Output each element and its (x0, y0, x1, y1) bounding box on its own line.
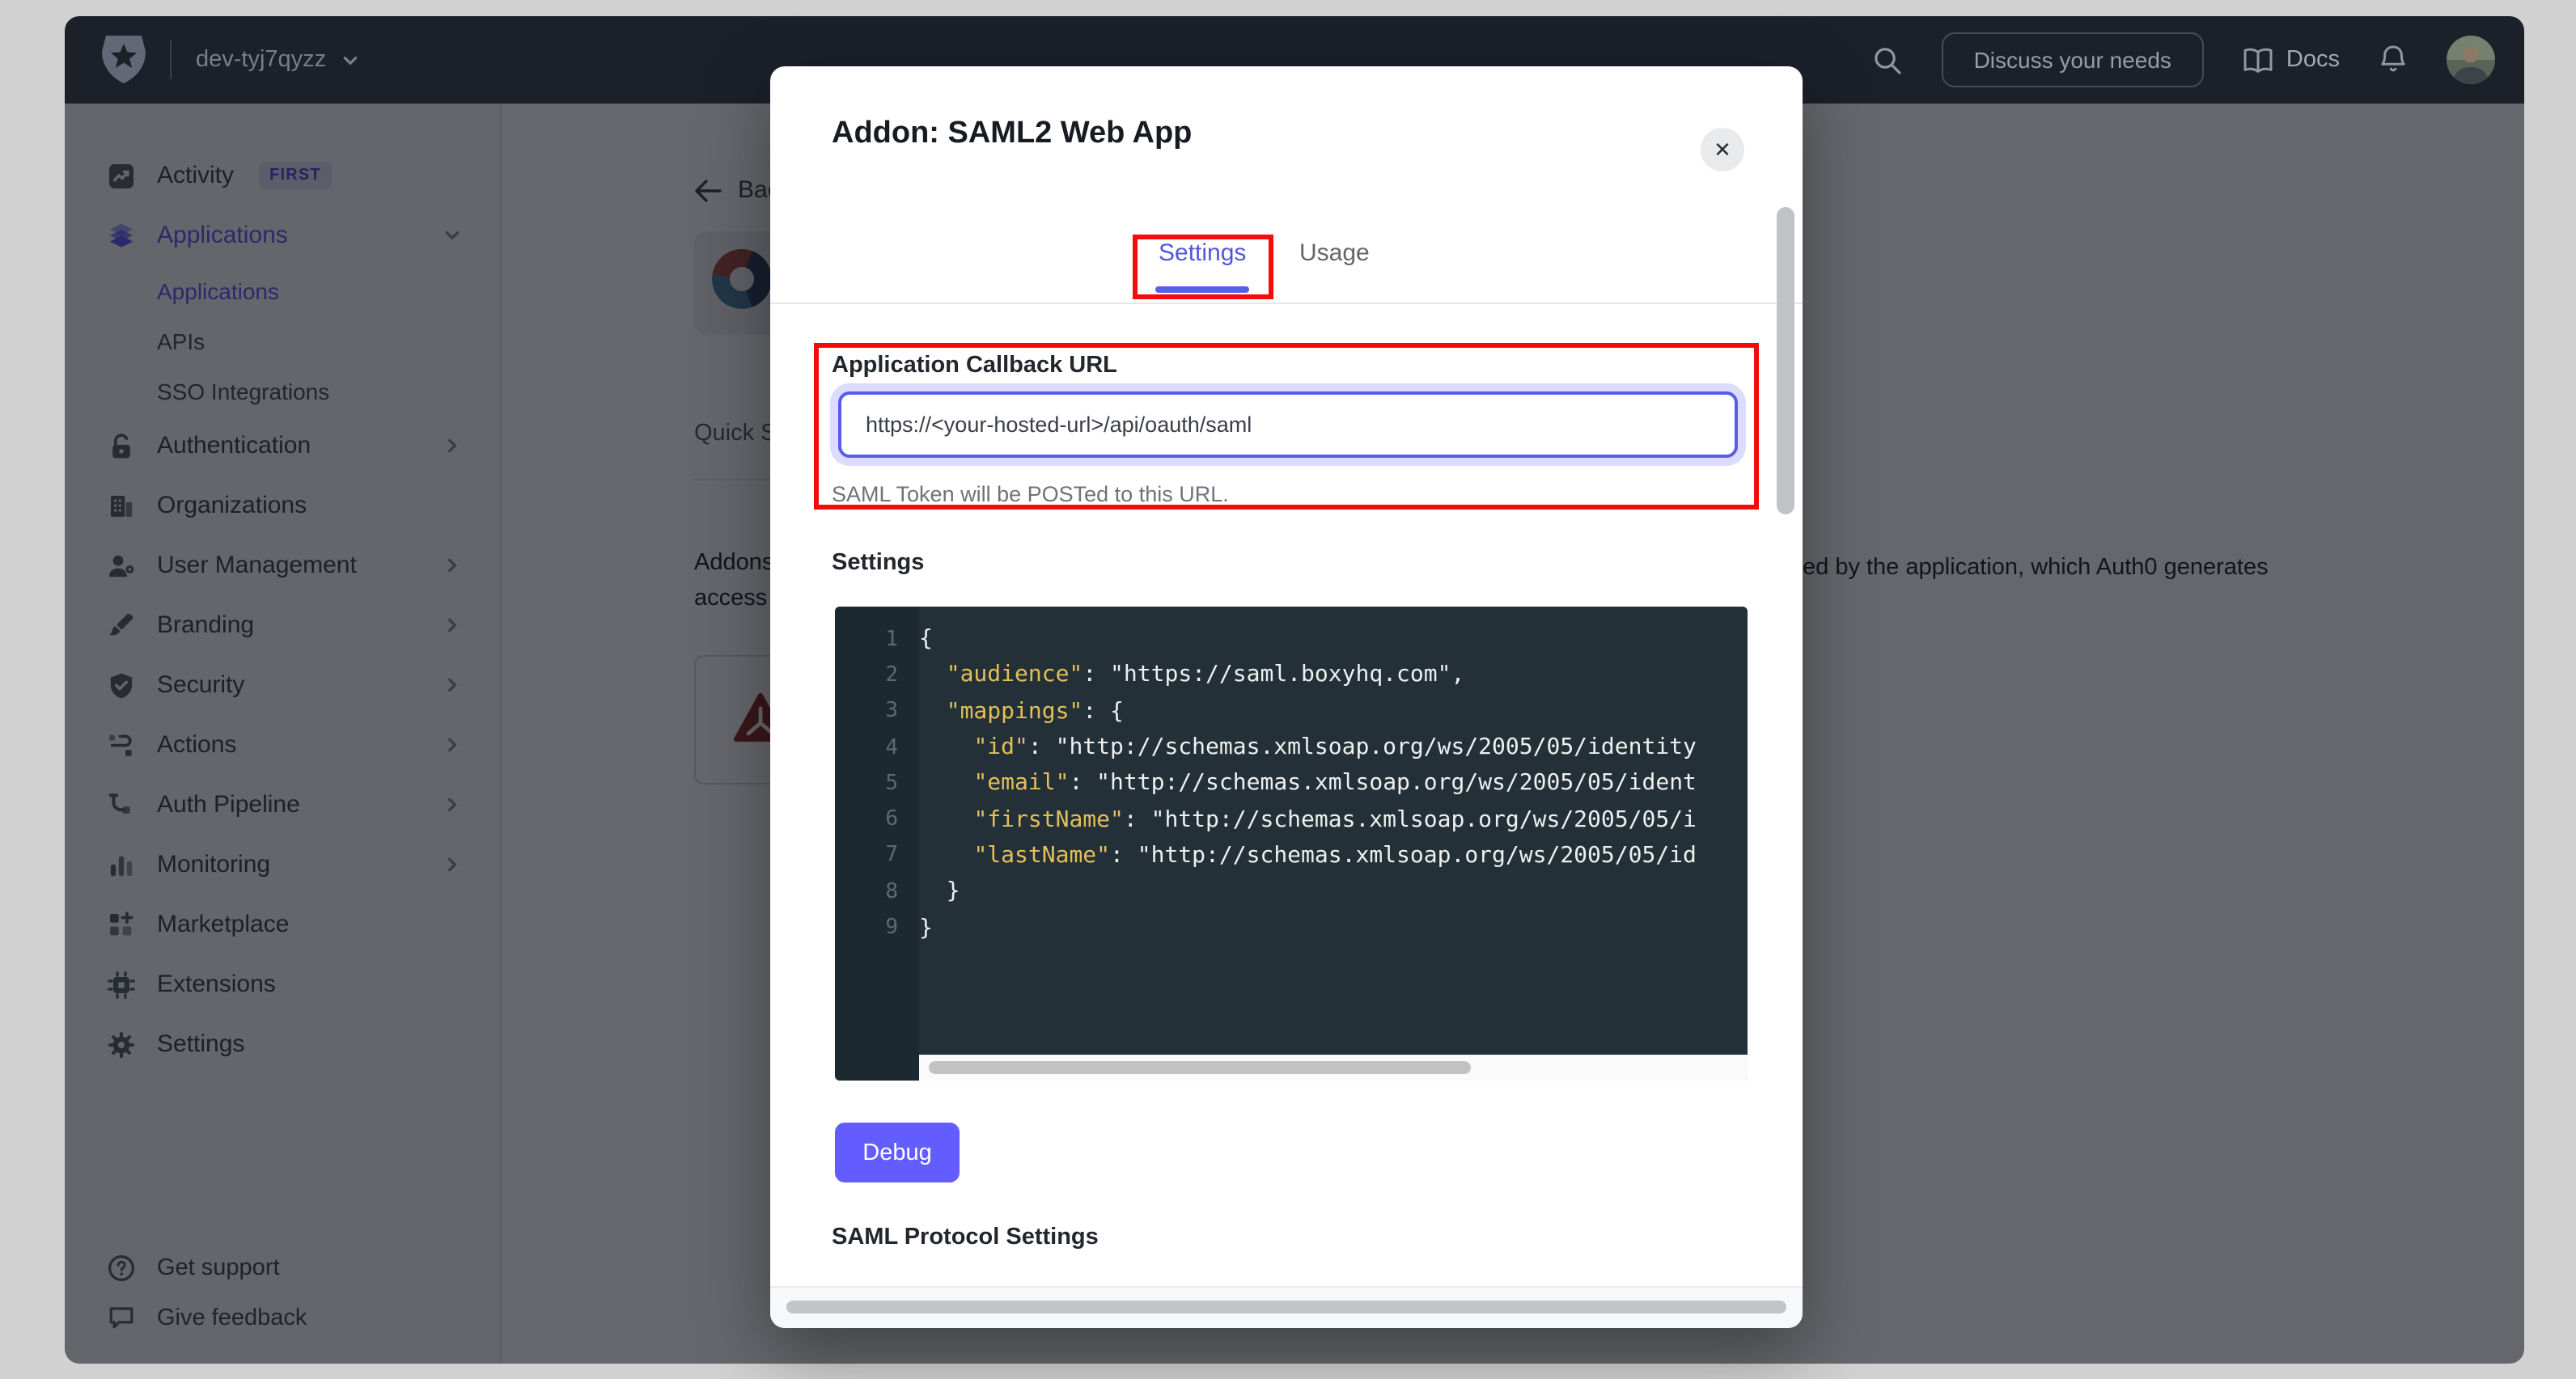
editor-line: 8 } (835, 874, 1748, 910)
line-code: { (919, 626, 933, 652)
docs-link[interactable]: Docs (2243, 46, 2340, 74)
auth0-logo-icon[interactable] (102, 36, 146, 84)
line-number: 7 (835, 844, 919, 868)
line-code: "mappings": { (919, 698, 1124, 724)
editor-horizontal-scrollbar[interactable] (919, 1055, 1748, 1081)
settings-section-label: Settings (832, 550, 924, 576)
editor-line: 7 "lastName": "http://schemas.xmlsoap.or… (835, 838, 1748, 874)
docs-label: Docs (2286, 47, 2340, 73)
line-number: 2 (835, 663, 919, 687)
callback-url-input[interactable] (838, 391, 1738, 458)
discuss-your-needs-button[interactable]: Discuss your needs (1942, 32, 2204, 87)
tabs-divider (770, 302, 1803, 304)
close-icon[interactable]: ✕ (1701, 128, 1744, 171)
tenant-switcher[interactable]: dev-tyj7qyzz (196, 47, 358, 73)
line-number: 1 (835, 627, 919, 651)
line-code: "lastName": "http://schemas.xmlsoap.org/… (919, 843, 1697, 869)
addon-saml2-modal: Addon: SAML2 Web App ✕ Settings Usage Ap… (770, 66, 1803, 1328)
line-number: 8 (835, 879, 919, 903)
callback-url-helper: SAML Token will be POSTed to this URL. (832, 482, 1229, 506)
line-number: 9 (835, 916, 919, 940)
tenant-name: dev-tyj7qyzz (196, 47, 326, 73)
line-code: "email": "http://schemas.xmlsoap.org/ws/… (919, 771, 1697, 797)
line-code: "audience": "https://saml.boxyhq.com", (919, 662, 1464, 688)
editor-line: 1{ (835, 621, 1748, 658)
editor-scrollbar-thumb[interactable] (929, 1061, 1471, 1074)
notifications-bell-icon[interactable] (2379, 44, 2408, 76)
search-icon[interactable] (1872, 44, 1903, 75)
editor-lines: 1{2 "audience": "https://saml.boxyhq.com… (835, 621, 1748, 945)
editor-line: 4 "id": "http://schemas.xmlsoap.org/ws/2… (835, 730, 1748, 766)
modal-title: Addon: SAML2 Web App (832, 116, 1192, 152)
editor-line: 2 "audience": "https://saml.boxyhq.com", (835, 658, 1748, 694)
saml-protocol-settings-heading: SAML Protocol Settings (832, 1225, 1099, 1250)
line-code: "id": "http://schemas.xmlsoap.org/ws/200… (919, 734, 1697, 760)
line-number: 4 (835, 735, 919, 759)
tab-settings[interactable]: Settings (1159, 239, 1246, 267)
line-number: 6 (835, 807, 919, 831)
screen: dev-tyj7qyzz Discuss your needs Docs (0, 0, 2576, 1379)
editor-line: 9} (835, 910, 1748, 946)
debug-button[interactable]: Debug (835, 1123, 960, 1182)
line-number: 3 (835, 699, 919, 723)
navbar-left: dev-tyj7qyzz (102, 36, 358, 84)
line-code: } (919, 915, 933, 941)
user-avatar[interactable] (2447, 36, 2495, 84)
book-icon (2243, 46, 2273, 74)
editor-line: 6 "firstName": "http://schemas.xmlsoap.o… (835, 802, 1748, 838)
modal-hscrollbar-thumb[interactable] (786, 1301, 1786, 1313)
editor-line: 3 "mappings": { (835, 693, 1748, 730)
editor-line: 5 "email": "http://schemas.xmlsoap.org/w… (835, 765, 1748, 802)
modal-horizontal-scrollbar[interactable] (770, 1286, 1803, 1328)
line-number: 5 (835, 772, 919, 796)
settings-json-editor[interactable]: 1{2 "audience": "https://saml.boxyhq.com… (835, 607, 1748, 1081)
callback-url-label: Application Callback URL (832, 353, 1117, 379)
line-code: "firstName": "http://schemas.xmlsoap.org… (919, 806, 1697, 832)
navbar-right: Discuss your needs Docs (1872, 32, 2495, 87)
chevron-down-icon (341, 51, 358, 69)
tab-usage[interactable]: Usage (1299, 239, 1370, 267)
modal-vertical-scrollbar-thumb[interactable] (1777, 207, 1794, 514)
line-code: } (919, 878, 960, 904)
active-tab-underline (1155, 286, 1249, 292)
navbar-divider (170, 40, 172, 79)
